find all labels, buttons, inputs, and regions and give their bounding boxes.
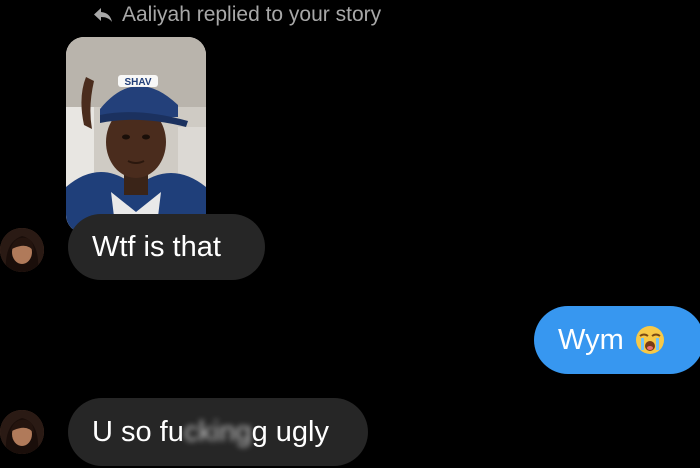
cap-logo-text: SHAV xyxy=(124,77,151,88)
profile-photo-image xyxy=(0,410,44,454)
loudly-crying-face-icon xyxy=(635,326,664,354)
message-bubble-outgoing[interactable]: Wym xyxy=(534,306,700,374)
story-reply-header: Aaliyah replied to your story xyxy=(92,2,381,28)
message-text-start: U so fu xyxy=(92,415,184,448)
message-text-end: g ugly xyxy=(251,415,329,448)
sender-avatar[interactable] xyxy=(0,410,44,454)
message-text: Wtf is that xyxy=(92,230,221,263)
message-bubble-incoming[interactable]: Wtf is that xyxy=(68,214,265,280)
message-text: Wym xyxy=(558,323,624,356)
profile-photo-image xyxy=(0,228,44,272)
reply-arrow-icon xyxy=(94,8,112,22)
story-photo-image: SHAV xyxy=(66,37,206,233)
story-thumbnail[interactable]: SHAV xyxy=(66,37,206,233)
story-reply-label: Aaliyah replied to your story xyxy=(122,3,382,26)
sender-avatar[interactable] xyxy=(0,228,44,272)
message-bubble-incoming[interactable]: U so fu cking g ugly xyxy=(68,398,368,466)
message-text-censored: cking xyxy=(183,415,252,448)
